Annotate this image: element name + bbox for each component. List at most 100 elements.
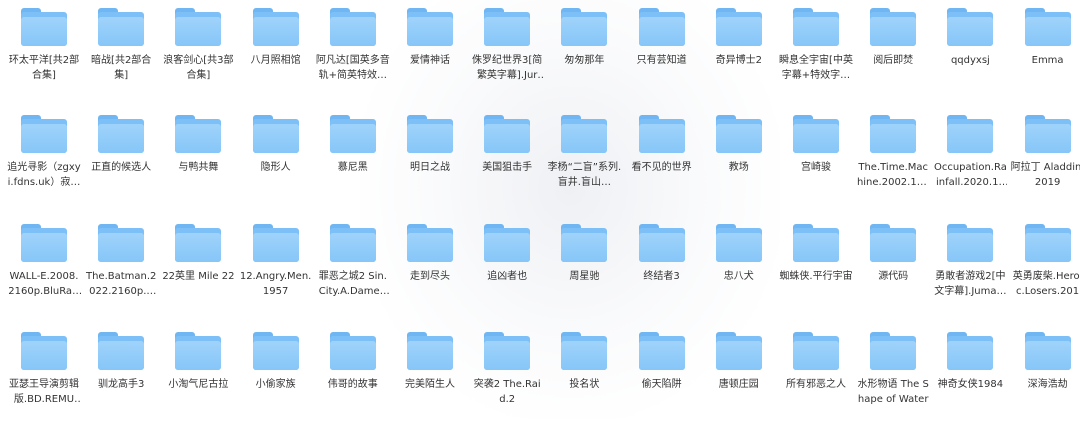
folder-item[interactable]: 忠八犬: [702, 216, 776, 284]
folder-item[interactable]: The.Batman.2022.2160p.AM…: [84, 216, 158, 299]
folder-icon: [715, 224, 762, 262]
folder-item[interactable]: 八月照相馆: [239, 0, 313, 68]
folder-label: 唐顿庄园: [718, 379, 759, 390]
folder-item[interactable]: 源代码: [856, 216, 930, 284]
folder-item[interactable]: 蜘蛛侠.平行宇宙: [779, 216, 853, 284]
folder-icon: [21, 224, 67, 262]
folder-label: The.Batman.2022.2160p.AM…: [85, 271, 157, 297]
folder-item[interactable]: 教场: [702, 107, 776, 175]
folder-icon: [175, 8, 222, 46]
folder-item[interactable]: 勇敢者游戏2[中文字幕].Juma…: [933, 216, 1007, 299]
folder-item[interactable]: 22英里 Mile 22: [161, 216, 235, 284]
folder-item[interactable]: 明日之战: [393, 107, 467, 175]
folder-icon: [561, 332, 608, 370]
folder-item[interactable]: 伟哥的故事: [316, 324, 390, 392]
folder-item[interactable]: 偷天陷阱: [625, 324, 699, 392]
folder-item[interactable]: 小淘气尼古拉: [161, 324, 235, 392]
folder-item[interactable]: qqdyxsj: [933, 0, 1007, 68]
folder-item[interactable]: 美国狙击手: [470, 107, 544, 175]
folder-icon: [407, 115, 453, 153]
folder-label: 阿拉丁 Aladdin.2019: [1010, 162, 1080, 188]
folder-item[interactable]: 亚瑟王导演剪辑版.BD.REMUX…: [7, 324, 81, 407]
folder-item[interactable]: 追凶者也: [470, 216, 544, 284]
folder-icon: [561, 224, 608, 262]
folder-icon: [407, 332, 453, 370]
folder-item[interactable]: Occupation.Rainfall.2020.108…: [933, 107, 1007, 190]
folder-item[interactable]: WALL-E.2008.2160p.BluRay.x…: [7, 216, 81, 299]
folder-item[interactable]: 终结者3: [625, 216, 699, 284]
folder-icon: [638, 332, 685, 370]
folder-item[interactable]: 12.Angry.Men.1957: [239, 216, 313, 299]
folder-label: 终结者3: [643, 271, 680, 282]
folder-item[interactable]: 瞬息全宇宙[中英字幕+特效字…: [779, 0, 853, 83]
folder-label: 隐形人: [260, 162, 291, 173]
folder-item[interactable]: 慕尼黑: [316, 107, 390, 175]
folder-label: 侏罗纪世界3[简繁英字幕].Jura…: [472, 55, 543, 81]
folder-icon: [484, 224, 531, 262]
folder-item[interactable]: 小偷家族: [239, 324, 313, 392]
folder-item[interactable]: 水形物语 The Shape of Water: [856, 324, 930, 407]
folder-item[interactable]: 侏罗纪世界3[简繁英字幕].Jura…: [470, 0, 544, 83]
folder-item[interactable]: 驯龙高手3: [84, 324, 158, 392]
folder-label: 李杨“二盲”系列.盲井.盲山…: [547, 162, 622, 188]
folder-label: 勇敢者游戏2[中文字幕].Juma…: [934, 271, 1007, 297]
folder-item[interactable]: 罪恶之城2 Sin.City.A.Dame.to…: [316, 216, 390, 299]
folder-item[interactable]: 英勇废柴.Heroic.Losers.2019…: [1011, 216, 1080, 299]
folder-item[interactable]: 奇异博士2: [702, 0, 776, 68]
folder-item[interactable]: 所有邪恶之人: [779, 324, 853, 392]
folder-item[interactable]: 深海浩劫: [1011, 324, 1080, 392]
folder-label: 完美陌生人: [405, 379, 455, 390]
folder-item[interactable]: 走到尽头: [393, 216, 467, 284]
folder-label: 投名状: [569, 379, 600, 390]
folder-label: 周星驰: [569, 271, 600, 282]
folder-icon: [252, 224, 299, 262]
folder-item[interactable]: 正直的候选人: [84, 107, 158, 175]
folder-item[interactable]: 阅后即焚: [856, 0, 930, 68]
folder-item[interactable]: 唐顿庄园: [702, 324, 776, 392]
folder-item[interactable]: 暗战[共2部合集]: [84, 0, 158, 83]
folder-label: 阅后即焚: [873, 55, 914, 66]
folder-item[interactable]: 周星驰: [547, 216, 621, 284]
folder-item[interactable]: 爱情神话: [393, 0, 467, 68]
folder-label: 看不见的世界: [631, 162, 692, 173]
folder-icon: [793, 332, 839, 370]
folder-item[interactable]: 环太平洋[共2部合集]: [7, 0, 81, 83]
folder-label: 追凶者也: [487, 271, 528, 282]
folder-label: 只有芸知道: [636, 55, 687, 66]
folder-item[interactable]: 完美陌生人: [393, 324, 467, 392]
folder-label: 罪恶之城2 Sin.City.A.Dame.to…: [318, 271, 387, 297]
folder-item[interactable]: 与鸭共舞: [161, 107, 235, 175]
folder-label: 慕尼黑: [337, 162, 368, 173]
folder-item[interactable]: 浪客剑心[共3部合集]: [161, 0, 235, 83]
folder-icon: [715, 8, 762, 46]
folder-item[interactable]: 阿凡达[国英多音轨+简英特效…: [316, 0, 390, 83]
folder-label: The.Time.Machine.2002.1080…: [856, 162, 930, 188]
folder-icon: [1024, 332, 1071, 370]
folder-item[interactable]: 突袭2 The.Raid.2: [470, 324, 544, 407]
folder-icon: [870, 115, 917, 153]
folder-item[interactable]: 投名状: [547, 324, 621, 392]
folder-label: 驯龙高手3: [98, 379, 145, 390]
folder-item[interactable]: 匆匆那年: [547, 0, 621, 68]
folder-item[interactable]: 追光寻影（zgxyi.fdns.uk）寂…: [7, 107, 81, 190]
folder-item[interactable]: 看不见的世界: [625, 107, 699, 175]
folder-icon: [329, 115, 376, 153]
folder-label: 浪客剑心[共3部合集]: [163, 55, 234, 81]
folder-label: Occupation.Rainfall.2020.108…: [933, 162, 1007, 188]
folder-item[interactable]: 阿拉丁 Aladdin.2019: [1011, 107, 1080, 190]
folder-icon: [793, 224, 839, 262]
folder-icon: [407, 224, 453, 262]
folder-item[interactable]: 隐形人: [239, 107, 313, 175]
folder-label: 小淘气尼古拉: [168, 379, 229, 390]
folder-item[interactable]: 李杨“二盲”系列.盲井.盲山…: [547, 107, 621, 190]
folder-item[interactable]: The.Time.Machine.2002.1080…: [856, 107, 930, 190]
folder-label: 追光寻影（zgxyi.fdns.uk）寂…: [7, 162, 81, 188]
folder-item[interactable]: Emma: [1011, 0, 1080, 68]
folder-icon: [407, 8, 453, 46]
folder-label: 亚瑟王导演剪辑版.BD.REMUX…: [9, 379, 79, 405]
folder-item[interactable]: 宫崎骏: [779, 107, 853, 175]
folder-item[interactable]: 只有芸知道: [625, 0, 699, 68]
folder-label: 与鸭共舞: [178, 162, 219, 173]
folder-item[interactable]: 神奇女侠1984: [933, 324, 1007, 392]
folder-label: 22英里 Mile 22: [162, 271, 235, 282]
